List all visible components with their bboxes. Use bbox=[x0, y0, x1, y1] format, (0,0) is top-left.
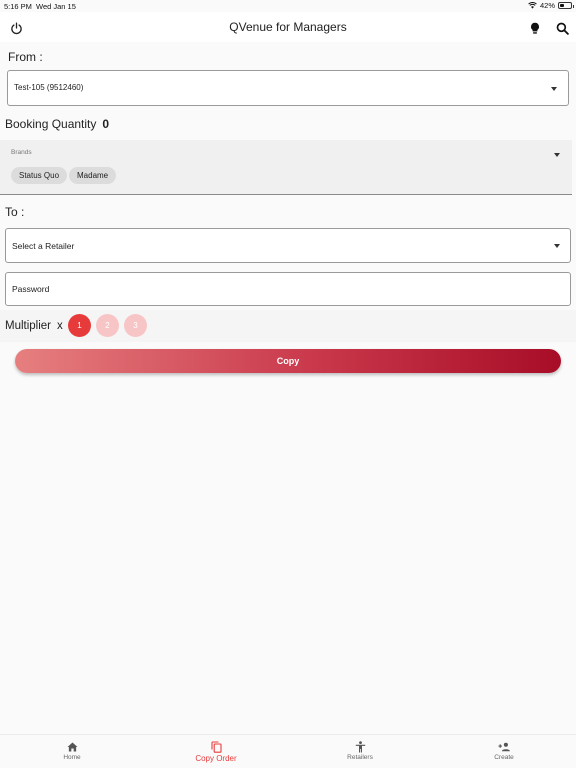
home-icon bbox=[67, 741, 78, 753]
battery-percent: 42% bbox=[539, 1, 555, 10]
multiplier-option-2[interactable]: 2 bbox=[96, 314, 119, 337]
multiplier-option-1[interactable]: 1 bbox=[68, 314, 91, 337]
retailer-select-placeholder: Select a Retailer bbox=[12, 241, 75, 251]
booking-quantity-label: Booking Quantity bbox=[5, 117, 97, 131]
tab-copy-order-label: Copy Order bbox=[195, 754, 237, 763]
to-label: To : bbox=[5, 205, 25, 219]
multiplier-x: x bbox=[57, 320, 63, 332]
status-time: 5:16 PM bbox=[4, 2, 32, 11]
password-field[interactable] bbox=[5, 272, 571, 306]
status-right: 42% bbox=[528, 1, 574, 10]
page-title: QVenue for Managers bbox=[229, 20, 347, 34]
person-icon bbox=[355, 741, 366, 753]
from-selected-value: Test-105 (9512460) bbox=[14, 83, 84, 92]
chevron-down-icon bbox=[554, 153, 560, 157]
tab-home[interactable]: Home bbox=[32, 735, 112, 768]
chevron-down-icon bbox=[554, 244, 560, 248]
search-icon[interactable] bbox=[552, 18, 572, 38]
brand-chip[interactable]: Status Quo bbox=[11, 167, 68, 184]
copy-button[interactable]: Copy bbox=[15, 349, 561, 373]
tab-retailers[interactable]: Retailers bbox=[320, 735, 400, 768]
multiplier-option-3[interactable]: 3 bbox=[124, 314, 147, 337]
battery-icon bbox=[558, 2, 574, 9]
status-bar: 5:16 PM Wed Jan 15 42% bbox=[0, 0, 576, 12]
tab-create[interactable]: Create bbox=[464, 735, 544, 768]
from-label: From : bbox=[8, 50, 43, 64]
retailer-select[interactable]: Select a Retailer bbox=[5, 228, 571, 263]
wifi-icon bbox=[528, 2, 537, 9]
lightbulb-icon[interactable] bbox=[525, 18, 545, 38]
brands-label: Brands bbox=[11, 149, 32, 156]
booking-quantity: Booking Quantity 0 bbox=[5, 117, 109, 131]
tab-create-label: Create bbox=[494, 754, 514, 761]
copy-icon bbox=[210, 741, 222, 753]
booking-quantity-value: 0 bbox=[102, 117, 110, 131]
app-bar: QVenue for Managers bbox=[0, 12, 576, 42]
brand-chip[interactable]: Madame bbox=[69, 167, 117, 184]
tab-copy-order[interactable]: Copy Order bbox=[176, 735, 256, 768]
from-select[interactable]: Test-105 (9512460) bbox=[7, 70, 569, 106]
status-date: Wed Jan 15 bbox=[36, 2, 76, 11]
bottom-nav: Home Copy Order Retailers Create bbox=[0, 734, 576, 768]
multiplier-label: Multiplier bbox=[5, 320, 52, 332]
brands-select[interactable]: Brands Status Quo Madame bbox=[0, 140, 572, 195]
tab-retailers-label: Retailers bbox=[347, 754, 373, 761]
chevron-down-icon bbox=[551, 87, 557, 91]
add-person-icon bbox=[497, 741, 511, 753]
tab-home-label: Home bbox=[63, 754, 81, 761]
